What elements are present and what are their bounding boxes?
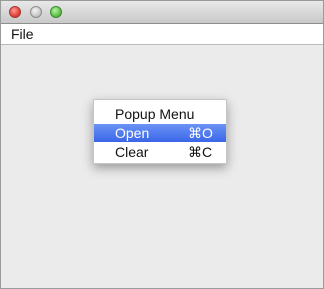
- menu-bar: File: [1, 24, 323, 45]
- menu-item-clear-label: Clear: [115, 144, 149, 160]
- file-menu[interactable]: File: [11, 26, 34, 42]
- menu-item-clear-shortcut: ⌘C: [188, 144, 213, 160]
- popup-title-label: Popup Menu: [115, 106, 195, 122]
- close-icon[interactable]: [9, 6, 21, 18]
- minimize-icon[interactable]: [30, 6, 42, 18]
- app-window: File Popup Menu Open ⌘O Clear ⌘C: [0, 0, 324, 289]
- popup-title: Popup Menu: [94, 105, 226, 123]
- popup-menu: Popup Menu Open ⌘O Clear ⌘C: [93, 99, 227, 164]
- maximize-icon[interactable]: [50, 6, 62, 18]
- content-area[interactable]: [1, 45, 323, 288]
- menu-item-open[interactable]: Open ⌘O: [94, 124, 226, 142]
- menu-item-open-shortcut: ⌘O: [188, 125, 213, 141]
- menu-item-open-label: Open: [115, 125, 150, 141]
- title-bar[interactable]: [1, 1, 323, 24]
- menu-item-clear[interactable]: Clear ⌘C: [94, 143, 226, 161]
